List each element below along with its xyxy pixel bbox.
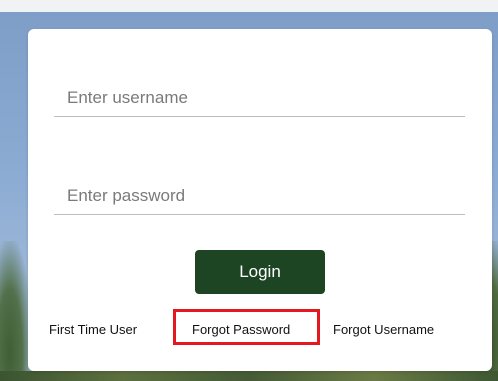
login-button[interactable]: Login (195, 250, 325, 294)
first-time-user-link[interactable]: First Time User (49, 322, 137, 338)
username-field (54, 76, 465, 117)
username-input[interactable] (67, 84, 447, 112)
top-strip (0, 0, 498, 12)
ground (0, 371, 498, 381)
forgot-username-link[interactable]: Forgot Username (333, 322, 434, 338)
account-links: First Time User Forgot Password Forgot U… (28, 322, 492, 342)
login-card: Login First Time User Forgot Password Fo… (28, 29, 492, 371)
password-input[interactable] (67, 182, 447, 210)
password-field (54, 174, 465, 215)
forgot-password-link[interactable]: Forgot Password (192, 322, 290, 338)
